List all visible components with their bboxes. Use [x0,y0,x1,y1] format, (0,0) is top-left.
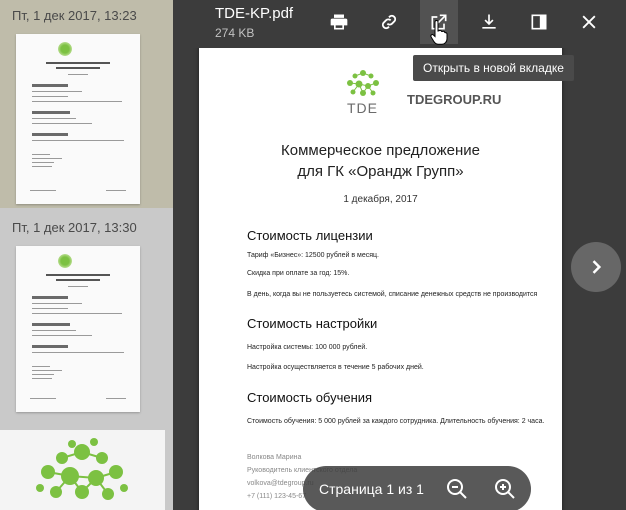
brand-name: TDEGROUP.RU [407,92,502,107]
tde-logo-icon [36,438,128,500]
zoom-out-icon [447,479,467,499]
document-title: Коммерческое предложение для ГК «Орандж … [280,142,480,180]
signature-line: +7 (111) 123-45-67 [247,493,307,500]
panel-icon [531,14,547,30]
tde-logo-icon [58,254,72,268]
download-icon [482,14,496,29]
viewer-toolbar: TDE-KP.pdf 274 KB [173,0,626,48]
side-panel-button[interactable] [520,0,558,44]
file-size: 274 KB [215,26,255,40]
page-controls: Страница 1 из 1 [303,466,531,510]
hand-cursor-icon [430,20,448,45]
paragraph: В день, когда вы не пользуетесь системой… [247,291,538,298]
paragraph: Настройка системы: 100 000 рублей. [247,344,368,351]
mail-list-sidebar: Пт, 1 дек 2017, 13:23 Пт, 1 дек 2017, 13… [0,0,173,510]
zoom-in-icon [495,479,515,499]
file-name: TDE-KP.pdf [215,5,294,22]
chevron-right-icon [592,260,602,274]
attachment-viewer: TDE TDEGROUP.RU Коммерческое предложение… [173,0,626,510]
paragraph: Настройка осуществляется в течение 5 раб… [247,364,424,371]
copy-link-button[interactable] [370,0,408,44]
signature-line: Волкова Марина [247,454,302,461]
image-attachment-thumbnail[interactable] [0,430,165,510]
section-heading: Стоимость настройки [247,316,378,331]
message-timestamp: Пт, 1 дек 2017, 13:30 [12,220,137,235]
close-button[interactable] [570,0,608,44]
link-icon [381,14,397,30]
tde-logo-icon [58,42,72,56]
page-indicator: Страница 1 из 1 [319,481,424,497]
paragraph: Стоимость обучения: 5 000 рублей за кажд… [247,418,545,425]
zoom-out-button[interactable] [445,477,469,501]
message-timestamp: Пт, 1 дек 2017, 13:23 [12,8,137,23]
paragraph: Скидка при оплате за год: 15%. [247,270,350,277]
paragraph: Тариф «Бизнес»: 12500 рублей в месяц. [247,252,379,259]
next-attachment-button[interactable] [571,242,621,292]
document-date: 1 декабря, 2017 [343,194,418,205]
attachment-thumbnail[interactable] [16,246,140,412]
zoom-in-button[interactable] [493,477,517,501]
logo-text: TDE [347,100,378,116]
attachment-thumbnail[interactable] [16,34,140,204]
print-icon [330,14,348,30]
close-icon [582,15,596,29]
section-heading: Стоимость обучения [247,390,373,405]
section-heading: Стоимость лицензии [247,228,373,243]
download-button[interactable] [470,0,508,44]
print-button[interactable] [320,0,358,44]
pdf-page: TDE TDEGROUP.RU Коммерческое предложение… [199,34,562,510]
tooltip: Открыть в новой вкладке [413,55,574,81]
